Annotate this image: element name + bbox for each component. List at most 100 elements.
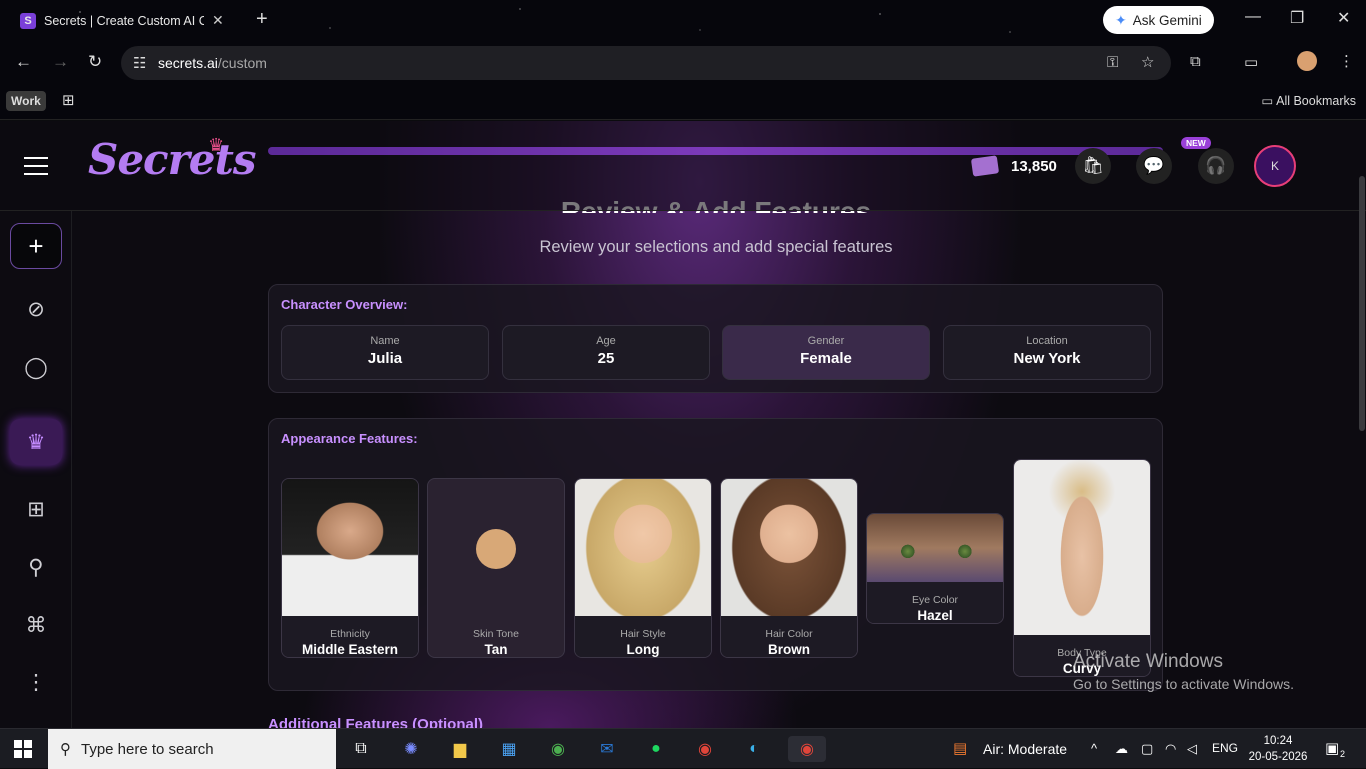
profile-person-icon[interactable]: ⚲ <box>10 544 62 590</box>
card-caption: Hair Color Brown <box>721 623 857 657</box>
card-label: Skin Tone <box>473 628 519 640</box>
watermark-line-1: Activate Windows <box>1073 651 1223 672</box>
page-viewport: Review & Add Features Review your select… <box>0 121 1366 728</box>
appearance-card-skin-tone[interactable]: Skin Tone Tan <box>427 478 565 658</box>
card-caption: Skin Tone Tan <box>428 623 564 657</box>
character-overview-title: Character Overview: <box>281 297 408 312</box>
user-avatar[interactable]: K <box>1254 145 1296 187</box>
windows-taskbar: ⚲ Type here to search ⧉ ✺ ▆ ▦ ◉ ✉ ● ◉ ◐ … <box>0 728 1366 769</box>
card-caption: Hair Style Long <box>575 623 711 657</box>
hair-style-portrait-image <box>575 479 711 616</box>
volume-icon[interactable]: ◁ <box>1187 741 1197 757</box>
body-type-image <box>1014 460 1150 635</box>
hamburger-menu-icon[interactable] <box>24 157 48 175</box>
discord-icon[interactable]: ⌘ <box>10 602 62 648</box>
coins-icon <box>970 155 1000 177</box>
eye-color-image <box>867 514 1003 582</box>
onedrive-icon[interactable]: ☁ <box>1115 741 1128 757</box>
tab-search-icon[interactable]: ▭ <box>1244 53 1258 71</box>
close-window-icon[interactable]: ✕ <box>1337 8 1350 28</box>
appearance-card-hair-style[interactable]: Hair Style Long <box>574 478 712 658</box>
air-quality-icon: ▤ <box>953 740 968 757</box>
microsoft-store-icon[interactable]: ▦ <box>495 736 523 762</box>
card-label: Hair Style <box>620 628 666 640</box>
windows-start-icon[interactable] <box>14 740 32 758</box>
appearance-card-ethnicity[interactable]: Ethnicity Middle Eastern <box>281 478 419 658</box>
reload-icon[interactable]: ↻ <box>88 52 102 72</box>
edge-icon[interactable]: ◐ <box>740 736 768 762</box>
card-value: Tan <box>484 642 508 657</box>
extensions-icon[interactable]: ⧉ <box>1190 53 1201 70</box>
restore-icon[interactable]: ❐ <box>1290 8 1304 28</box>
language-indicator[interactable]: ENG <box>1212 741 1238 755</box>
file-explorer-icon[interactable]: ▆ <box>446 736 474 762</box>
copilot-icon[interactable]: ✺ <box>397 736 425 762</box>
appearance-card-body-type[interactable]: Body Type Curvy <box>1013 459 1151 677</box>
overview-label: Age <box>596 335 616 347</box>
page-scrollbar[interactable] <box>1359 176 1365 431</box>
profile-icon[interactable] <box>1297 51 1317 71</box>
apps-grid-icon[interactable]: ⊞ <box>62 91 75 109</box>
card-value: Middle Eastern <box>301 642 399 657</box>
overview-label: Gender <box>807 335 845 347</box>
chat-bubble-icon[interactable]: 💬 <box>1136 148 1172 184</box>
menu-dots-icon[interactable]: ⋮ <box>1339 52 1354 70</box>
gemini-icon: ✦ <box>1115 11 1127 28</box>
appearance-card-hair-color[interactable]: Hair Color Brown <box>720 478 858 658</box>
search-icon: ⚲ <box>60 741 71 758</box>
close-tab-icon[interactable]: ✕ <box>212 12 224 29</box>
support-headset-icon[interactable]: 🎧 <box>1198 148 1234 184</box>
appearance-card-eye-color[interactable]: Eye Color Hazel <box>866 513 1004 624</box>
browser-tab[interactable]: S Secrets | Create Custom AI Com ✕ <box>8 6 244 35</box>
spotify-icon[interactable]: ● <box>642 736 670 762</box>
premium-crown-icon[interactable]: ♛ <box>10 419 62 465</box>
logo-crown-icon: ♛ <box>208 135 225 155</box>
key-icon[interactable]: ⚿ <box>1107 54 1118 71</box>
bookmarks-bar: Work ⊞ ▭ All Bookmarks <box>0 85 1366 120</box>
work-profile-chip[interactable]: Work <box>6 91 46 111</box>
chat-icon[interactable]: ◯ <box>10 344 62 390</box>
url-path: /custom <box>217 55 267 71</box>
meet-icon[interactable]: ▢ <box>1141 741 1153 757</box>
address-bar[interactable]: ☷ secrets.ai/custom ⚿ ☆ <box>121 46 1171 80</box>
chrome-active-icon[interactable]: ◉ <box>788 736 826 762</box>
overview-value: New York <box>1013 350 1081 367</box>
secrets-favicon-icon: S <box>20 12 36 29</box>
outlook-icon[interactable]: ✉ <box>593 736 621 762</box>
search-placeholder: Type here to search <box>81 740 214 758</box>
app-header: Secrets ♛ 13,850 🛍 💬 🎧 NEW K <box>0 121 1366 211</box>
card-value: Brown <box>768 642 810 657</box>
minimize-icon[interactable]: — <box>1245 8 1261 26</box>
secrets-logo[interactable]: Secrets <box>88 135 257 184</box>
ask-gemini-button[interactable]: ✦ Ask Gemini <box>1103 6 1214 34</box>
appearance-features-title: Appearance Features: <box>281 431 418 446</box>
creation-progress-bar <box>268 147 1163 155</box>
shop-bag-icon[interactable]: 🛍 <box>1075 148 1111 184</box>
chrome-icon[interactable]: ◉ <box>544 736 572 762</box>
site-info-icon[interactable]: ☷ <box>133 54 146 72</box>
all-bookmarks-button[interactable]: ▭ All Bookmarks <box>1262 93 1356 108</box>
taskbar-search-box[interactable]: ⚲ Type here to search <box>48 729 336 769</box>
forward-icon[interactable]: → <box>52 52 69 72</box>
notifications-icon[interactable]: ▣ <box>1325 739 1339 757</box>
more-dots-icon[interactable]: ⋮ <box>10 659 62 705</box>
url-host: secrets.ai <box>158 55 218 71</box>
ask-gemini-label: Ask Gemini <box>1132 12 1202 28</box>
coin-balance: 13,850 <box>1011 158 1057 175</box>
chrome-profile-icon[interactable]: ◉ <box>691 736 719 762</box>
air-quality-text[interactable]: Air: Moderate <box>983 741 1067 757</box>
wifi-icon[interactable]: ◠ <box>1165 741 1176 757</box>
system-clock[interactable]: 10:24 20-05-2026 <box>1248 733 1308 765</box>
show-hidden-icons-icon[interactable]: ^ <box>1091 741 1097 756</box>
bookmark-star-icon[interactable]: ☆ <box>1141 53 1154 71</box>
card-value: Long <box>626 642 660 657</box>
app-sidebar: + ⊘ ◯ ♛ ⊞ ⚲ ⌘ ⋮ <box>0 211 72 728</box>
ethnicity-portrait-image <box>282 479 418 616</box>
create-new-button[interactable]: + <box>10 223 62 269</box>
back-icon[interactable]: ← <box>15 52 32 72</box>
task-view-icon[interactable]: ⧉ <box>347 736 375 762</box>
new-tab-icon[interactable]: + <box>256 8 268 31</box>
explore-compass-icon[interactable]: ⊘ <box>10 286 62 332</box>
additional-features-title: Additional Features (Optional) <box>268 716 484 728</box>
gift-icon[interactable]: ⊞ <box>10 486 62 532</box>
